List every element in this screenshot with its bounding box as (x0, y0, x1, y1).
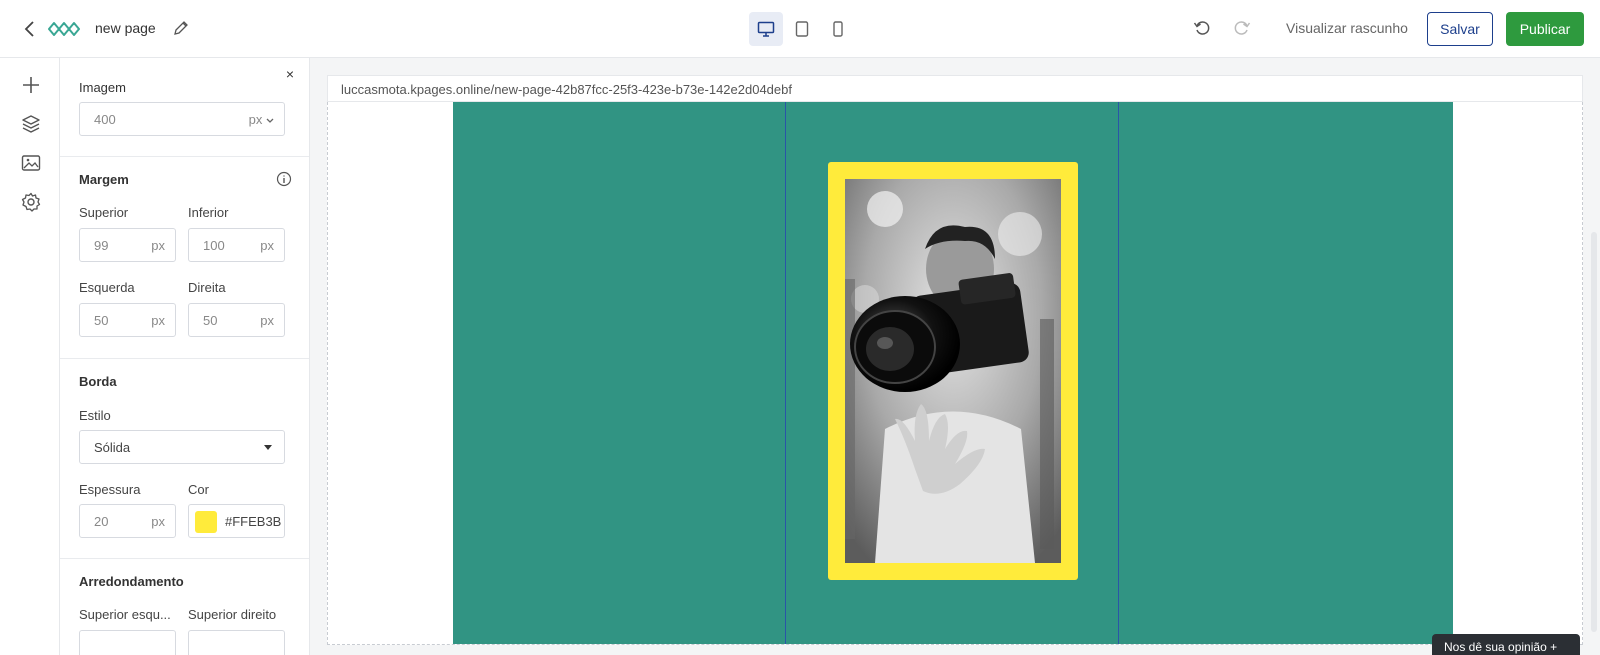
chevron-down-icon (266, 118, 274, 123)
margin-bottom-label: Inferior (188, 205, 229, 220)
margin-top-input[interactable]: 99 px (79, 228, 176, 262)
rounding-section-title: Arredondamento (79, 574, 184, 589)
close-icon[interactable]: × (282, 66, 298, 82)
top-bar: new page Visualizar rascunho Salvar Publ… (0, 0, 1600, 58)
column-divider (1118, 102, 1119, 644)
desktop-icon (757, 21, 775, 37)
margin-section-title: Margem (79, 172, 129, 187)
canvas-scrollbar[interactable] (1591, 232, 1597, 632)
preview-draft-link[interactable]: Visualizar rascunho (1286, 20, 1408, 36)
rounding-top-right-label: Superior direito (188, 607, 277, 622)
settings-gear-icon[interactable] (20, 191, 42, 213)
margin-bottom-value: 100 (203, 238, 225, 253)
size-unit-dropdown[interactable]: px (249, 112, 274, 127)
pencil-icon[interactable] (173, 20, 191, 38)
margin-left-unit: px (151, 313, 165, 328)
margin-top-value: 99 (94, 238, 109, 253)
tablet-device-button[interactable] (785, 12, 819, 46)
margin-left-value: 50 (94, 313, 109, 328)
desktop-device-button[interactable] (749, 12, 783, 46)
logo-icon (48, 18, 80, 40)
margin-left-input[interactable]: 50 px (79, 303, 176, 337)
save-button[interactable]: Salvar (1427, 12, 1493, 46)
rounding-top-left-input[interactable] (79, 630, 176, 655)
border-width-label: Espessura (79, 482, 141, 497)
editor-canvas (327, 102, 1583, 645)
page-url: luccasmota.kpages.online/new-page-42b87f… (341, 82, 792, 97)
add-icon[interactable] (20, 74, 42, 96)
color-swatch[interactable] (195, 511, 217, 533)
margin-bottom-unit: px (260, 238, 274, 253)
margin-right-unit: px (260, 313, 274, 328)
device-switcher (749, 12, 855, 46)
border-color-value: #FFEB3B (225, 514, 282, 529)
rounding-top-left-label: Superior esqu... (79, 607, 171, 622)
size-field[interactable]: 400 px (79, 102, 285, 136)
url-bar: luccasmota.kpages.online/new-page-42b87f… (327, 75, 1583, 102)
left-rail (0, 58, 60, 655)
feedback-tab[interactable]: Nos dê sua opinião + (1432, 634, 1580, 655)
border-style-select[interactable]: Sólida (79, 430, 285, 464)
margin-bottom-input[interactable]: 100 px (188, 228, 285, 262)
border-color-label: Cor (188, 482, 209, 497)
page-section[interactable] (453, 102, 1453, 644)
back-arrow-icon[interactable] (20, 19, 40, 39)
margin-right-input[interactable]: 50 px (188, 303, 285, 337)
tablet-icon (795, 21, 809, 37)
margin-right-value: 50 (203, 313, 218, 328)
size-value: 400 (94, 112, 116, 127)
border-style-label: Estilo (79, 408, 111, 423)
mobile-icon (833, 21, 843, 37)
caret-down-icon (264, 445, 272, 450)
camera-photo-image (845, 179, 1061, 563)
border-width-input[interactable]: 20 px (79, 504, 176, 538)
border-width-unit: px (151, 514, 165, 529)
border-color-input[interactable]: #FFEB3B (188, 504, 285, 538)
layers-icon[interactable] (20, 113, 42, 135)
selected-image-block[interactable] (828, 162, 1078, 580)
panel-title: Imagem (79, 80, 126, 95)
divider (60, 358, 309, 359)
margin-right-label: Direita (188, 280, 226, 295)
margin-top-label: Superior (79, 205, 129, 220)
border-width-value: 20 (94, 514, 109, 529)
mobile-device-button[interactable] (821, 12, 855, 46)
border-section-title: Borda (79, 374, 117, 389)
margin-left-label: Esquerda (79, 280, 135, 295)
border-style-value: Sólida (94, 440, 131, 455)
divider (60, 156, 309, 157)
redo-icon[interactable] (1233, 19, 1253, 39)
undo-icon[interactable] (1193, 19, 1213, 39)
publish-button[interactable]: Publicar (1506, 12, 1584, 46)
divider (60, 558, 309, 559)
size-unit: px (248, 112, 263, 127)
properties-panel: Imagem × 400 px Margem Superior Inferior… (60, 58, 310, 655)
margin-top-unit: px (151, 238, 165, 253)
page-name: new page (95, 20, 156, 36)
rounding-top-right-input[interactable] (188, 630, 285, 655)
info-icon[interactable] (276, 171, 292, 187)
column-divider (785, 102, 786, 644)
image-gallery-icon[interactable] (20, 152, 42, 174)
